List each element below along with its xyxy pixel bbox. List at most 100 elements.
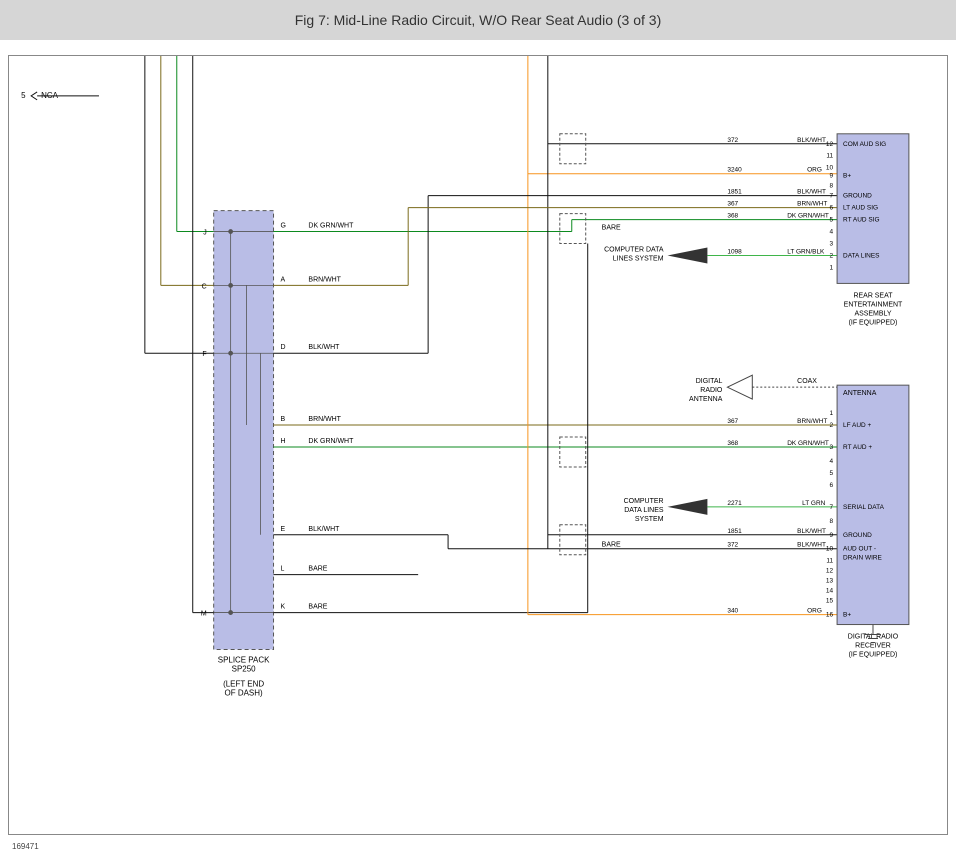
pin-A: A — [281, 276, 286, 283]
svg-text:5: 5 — [829, 470, 833, 477]
svg-text:10: 10 — [826, 546, 834, 553]
pin-C: C — [202, 283, 207, 290]
svg-text:3: 3 — [829, 444, 833, 451]
svg-text:367: 367 — [727, 418, 738, 425]
svg-text:3: 3 — [829, 241, 833, 248]
svg-text:1851: 1851 — [727, 189, 742, 196]
svg-text:LF AUD +: LF AUD + — [843, 422, 871, 429]
svg-text:372: 372 — [727, 542, 738, 549]
antenna-icon — [727, 375, 752, 399]
splice-lbl2: (LEFT ENDOF DASH) — [223, 679, 264, 697]
svg-text:BLK/WHT: BLK/WHT — [797, 189, 826, 196]
pin-G: G — [281, 223, 286, 230]
svg-text:5: 5 — [829, 217, 833, 224]
pin-B: B — [281, 416, 286, 423]
svg-text:8: 8 — [829, 518, 833, 525]
svg-text:372: 372 — [727, 137, 738, 144]
svg-text:COM AUD SIG: COM AUD SIG — [843, 141, 886, 148]
svg-text:9: 9 — [829, 532, 833, 539]
pin-J: J — [203, 230, 206, 237]
bare-lbl2: BARE — [602, 542, 621, 549]
splice-lbl1: SPLICE PACKSP250 — [218, 655, 270, 673]
svg-text:RT AUD +: RT AUD + — [843, 444, 872, 451]
svg-text:4: 4 — [829, 458, 833, 465]
svg-text:2: 2 — [829, 252, 833, 259]
pin-D: D — [281, 344, 286, 351]
svg-text:1: 1 — [829, 410, 833, 417]
svg-text:367: 367 — [727, 201, 738, 208]
svg-text:GROUND: GROUND — [843, 532, 872, 539]
col-K: BARE — [308, 604, 327, 611]
nca-label: NCA — [41, 91, 59, 100]
svg-text:2271: 2271 — [727, 500, 742, 507]
drr-dl-arrow — [668, 499, 708, 515]
svg-text:11: 11 — [826, 558, 833, 565]
doc-id: 169471 — [12, 842, 39, 851]
wiring-diagram-page: Fig 7: Mid-Line Radio Circuit, W/O Rear … — [0, 0, 956, 855]
svg-text:368: 368 — [727, 440, 738, 447]
svg-text:368: 368 — [727, 213, 738, 220]
bare-lbl1: BARE — [602, 225, 621, 232]
svg-text:SERIAL DATA: SERIAL DATA — [843, 504, 885, 511]
page-title: Fig 7: Mid-Line Radio Circuit, W/O Rear … — [295, 12, 661, 28]
col-G: DK GRN/WHT — [308, 223, 354, 230]
pin-M: M — [201, 611, 207, 618]
svg-text:BRN/WHT: BRN/WHT — [797, 418, 827, 425]
pin-F: F — [202, 351, 206, 358]
svg-text:B+: B+ — [843, 612, 851, 619]
rse-name: REAR SEATENTERTAINMENTASSEMBLY(IF EQUIPP… — [844, 292, 903, 326]
svg-text:BLK/WHT: BLK/WHT — [797, 137, 826, 144]
svg-text:RT AUD SIG: RT AUD SIG — [843, 217, 879, 224]
ant-lbl: DIGITALRADIOANTENNA — [689, 378, 723, 403]
col-L: BARE — [308, 566, 327, 573]
svg-text:1: 1 — [829, 264, 833, 271]
svg-text:10: 10 — [826, 165, 834, 172]
svg-text:ORG: ORG — [807, 167, 822, 174]
col-B: BRN/WHT — [308, 416, 341, 423]
col-H: DK GRN/WHT — [308, 438, 354, 445]
rse-dl-arrow — [668, 248, 708, 264]
svg-text:12: 12 — [826, 141, 834, 148]
svg-text:14: 14 — [826, 588, 834, 595]
pin-H: H — [281, 438, 286, 445]
svg-text:12: 12 — [826, 568, 834, 575]
svg-text:LT GRN/BLK: LT GRN/BLK — [787, 248, 825, 255]
svg-text:2: 2 — [829, 422, 833, 429]
nca-pin: 5 — [21, 91, 26, 100]
svg-text:LT AUD SIG: LT AUD SIG — [843, 205, 878, 212]
svg-text:7: 7 — [829, 504, 833, 511]
diagram-canvas: SPLICE PACKSP250 (LEFT ENDOF DASH) NCA 5… — [8, 55, 948, 835]
svg-text:GROUND: GROUND — [843, 193, 872, 200]
svg-text:15: 15 — [826, 598, 834, 605]
svg-text:LT GRN: LT GRN — [802, 500, 825, 507]
svg-text:DK GRN/WHT: DK GRN/WHT — [787, 213, 829, 220]
svg-text:6: 6 — [829, 482, 833, 489]
svg-text:8: 8 — [829, 183, 833, 190]
svg-text:340: 340 — [727, 608, 738, 615]
svg-text:BLK/WHT: BLK/WHT — [797, 528, 826, 535]
splice-pack — [214, 211, 274, 650]
svg-text:B+: B+ — [843, 173, 851, 180]
drr-name: DIGITAL RADIORECEIVER(IF EQUIPPED) — [848, 634, 899, 659]
svg-text:4: 4 — [829, 229, 833, 236]
svg-text:9: 9 — [829, 173, 833, 180]
svg-text:3240: 3240 — [727, 167, 742, 174]
pin-E: E — [281, 526, 286, 533]
drr-dl-lbl: COMPUTERDATA LINESSYSTEM — [624, 498, 664, 523]
svg-text:7: 7 — [829, 193, 833, 200]
shield-4 — [560, 525, 586, 555]
svg-text:13: 13 — [826, 578, 834, 585]
svg-text:1098: 1098 — [727, 248, 742, 255]
col-E: BLK/WHT — [308, 526, 340, 533]
drr-wire-labels: 367BRN/WHT 368DK GRN/WHT 2271LT GRN 1851… — [727, 418, 829, 615]
col-A: BRN/WHT — [308, 276, 341, 283]
shield-2 — [560, 214, 586, 244]
svg-text:ORG: ORG — [807, 608, 822, 615]
col-D: BLK/WHT — [308, 344, 340, 351]
title-bar: Fig 7: Mid-Line Radio Circuit, W/O Rear … — [0, 0, 956, 40]
shield-1 — [560, 134, 586, 164]
svg-text:16: 16 — [826, 612, 834, 619]
pin-K: K — [281, 604, 286, 611]
rse-dl-lbl: COMPUTER DATALINES SYSTEM — [604, 246, 664, 262]
drr-ant-sig: ANTENNA — [843, 390, 877, 397]
